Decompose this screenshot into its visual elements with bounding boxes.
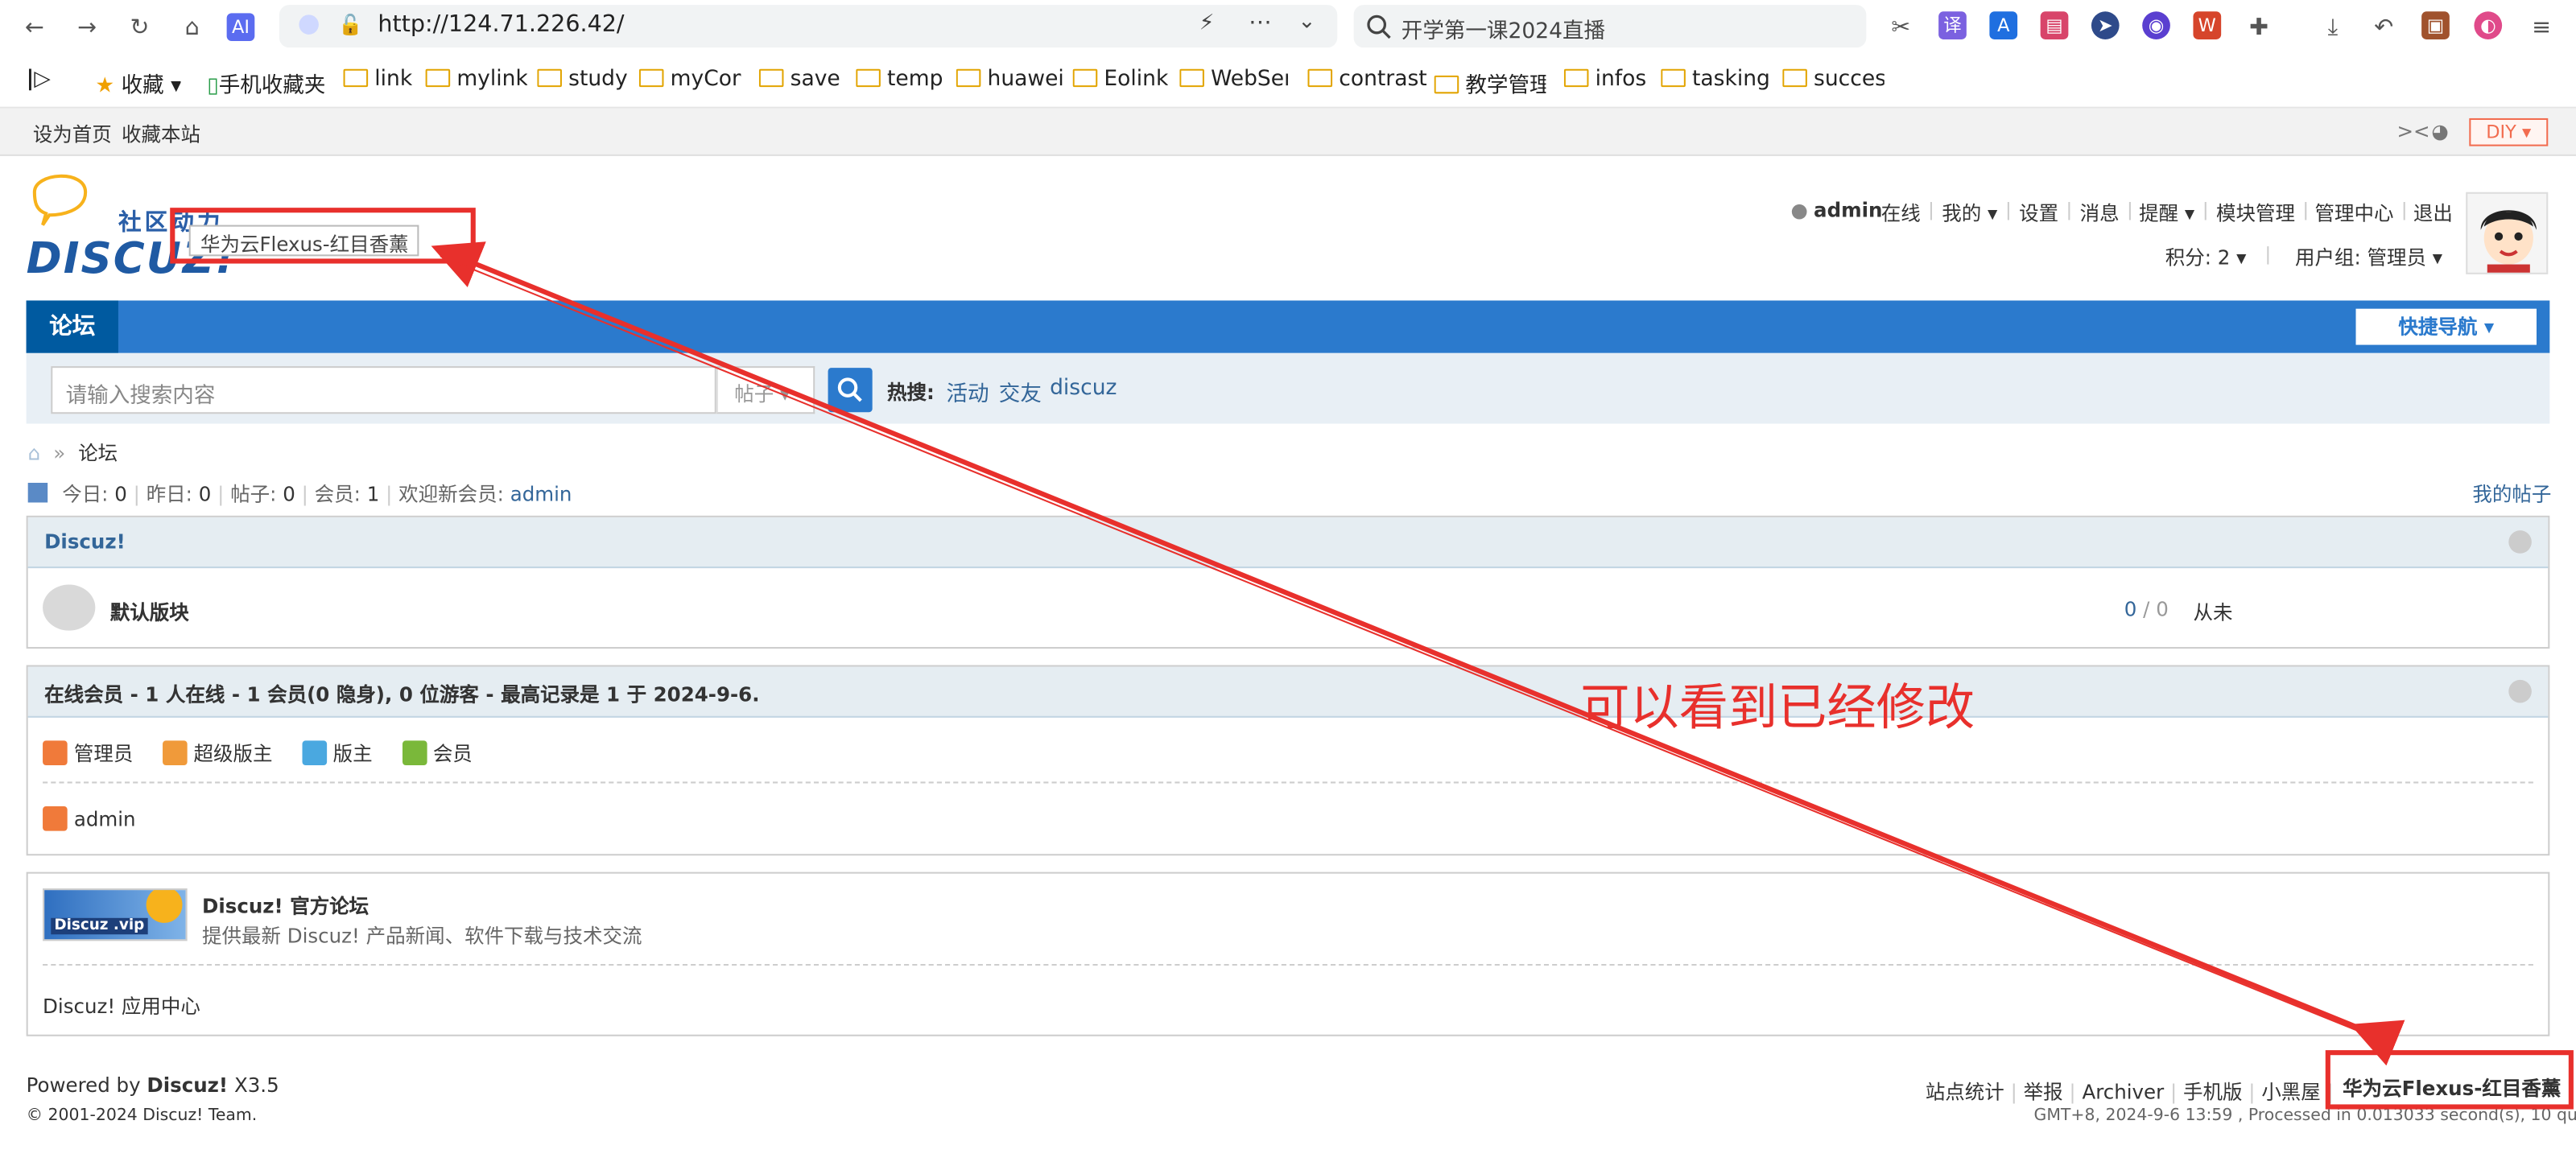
annotation-line	[440, 255, 2359, 1032]
annotation-arrow	[431, 241, 2405, 1066]
annotation-overlay	[170, 208, 2574, 1110]
annotation-text: 可以看到已经修改	[1580, 679, 1975, 738]
annotation-box-bottom	[2325, 1050, 2574, 1110]
annotation-box-top	[170, 208, 476, 264]
